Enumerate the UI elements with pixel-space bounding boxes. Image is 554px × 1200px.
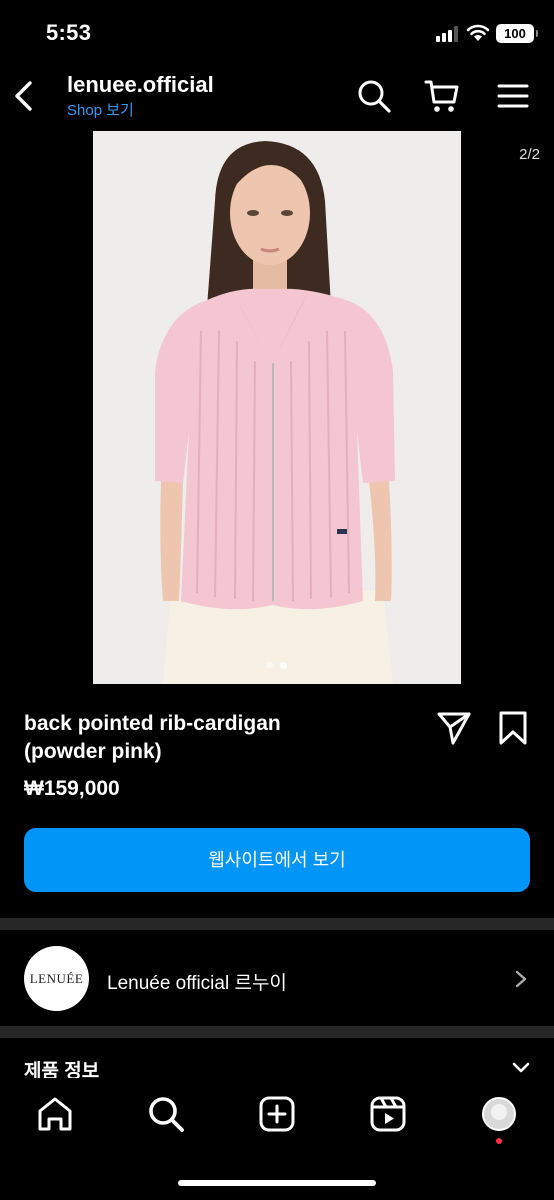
product-photo[interactable] xyxy=(93,131,461,684)
product-title-line1: back pointed rib-cardigan xyxy=(24,712,281,735)
nav-header: lenuee.official Shop 보기 xyxy=(0,62,554,130)
home-icon[interactable] xyxy=(35,1094,75,1134)
back-chevron-icon[interactable] xyxy=(8,78,38,114)
create-icon[interactable] xyxy=(257,1094,297,1134)
shop-link[interactable]: Shop 보기 xyxy=(67,99,134,120)
seller-row[interactable]: LENUÉE Lenuée official 르누이 xyxy=(0,932,554,1026)
seller-name: Lenuée official 르누이 xyxy=(107,973,287,994)
carousel-dot-active xyxy=(280,662,287,669)
share-icon[interactable] xyxy=(436,710,472,746)
cellular-signal-icon xyxy=(436,26,458,42)
image-page-counter: 2/2 xyxy=(519,146,540,163)
profile-avatar xyxy=(482,1097,516,1131)
carousel-dot xyxy=(266,662,273,669)
chevron-right-icon xyxy=(515,970,527,988)
product-info-section[interactable]: 제품 정보 xyxy=(0,1040,554,1082)
model-photo-illustration xyxy=(93,131,461,684)
product-title-line2: (powder pink) xyxy=(24,740,162,763)
search-icon[interactable] xyxy=(146,1094,186,1134)
status-time: 5:53 xyxy=(46,20,92,45)
save-bookmark-icon[interactable] xyxy=(496,710,530,746)
seller-avatar: LENUÉE xyxy=(24,946,89,1011)
view-website-button[interactable]: 웹사이트에서 보기 xyxy=(24,828,530,892)
section-divider xyxy=(0,1026,554,1038)
wifi-icon xyxy=(466,24,490,41)
product-title: back pointed rib-cardigan (powder pink) xyxy=(24,710,404,766)
search-icon[interactable] xyxy=(356,78,392,114)
status-bar: 5:53 100 xyxy=(0,0,554,62)
account-name[interactable]: lenuee.official xyxy=(67,72,214,98)
carousel-dots xyxy=(262,662,292,670)
profile-tab[interactable] xyxy=(479,1094,519,1144)
product-price: ₩159,000 xyxy=(24,777,120,800)
reels-icon[interactable] xyxy=(368,1094,408,1134)
cart-icon[interactable] xyxy=(424,78,460,114)
menu-icon[interactable] xyxy=(495,78,531,114)
notification-dot xyxy=(496,1138,502,1144)
battery-indicator: 100 xyxy=(496,24,538,43)
chevron-down-icon xyxy=(512,1062,530,1073)
section-divider xyxy=(0,918,554,930)
home-indicator xyxy=(178,1180,376,1186)
